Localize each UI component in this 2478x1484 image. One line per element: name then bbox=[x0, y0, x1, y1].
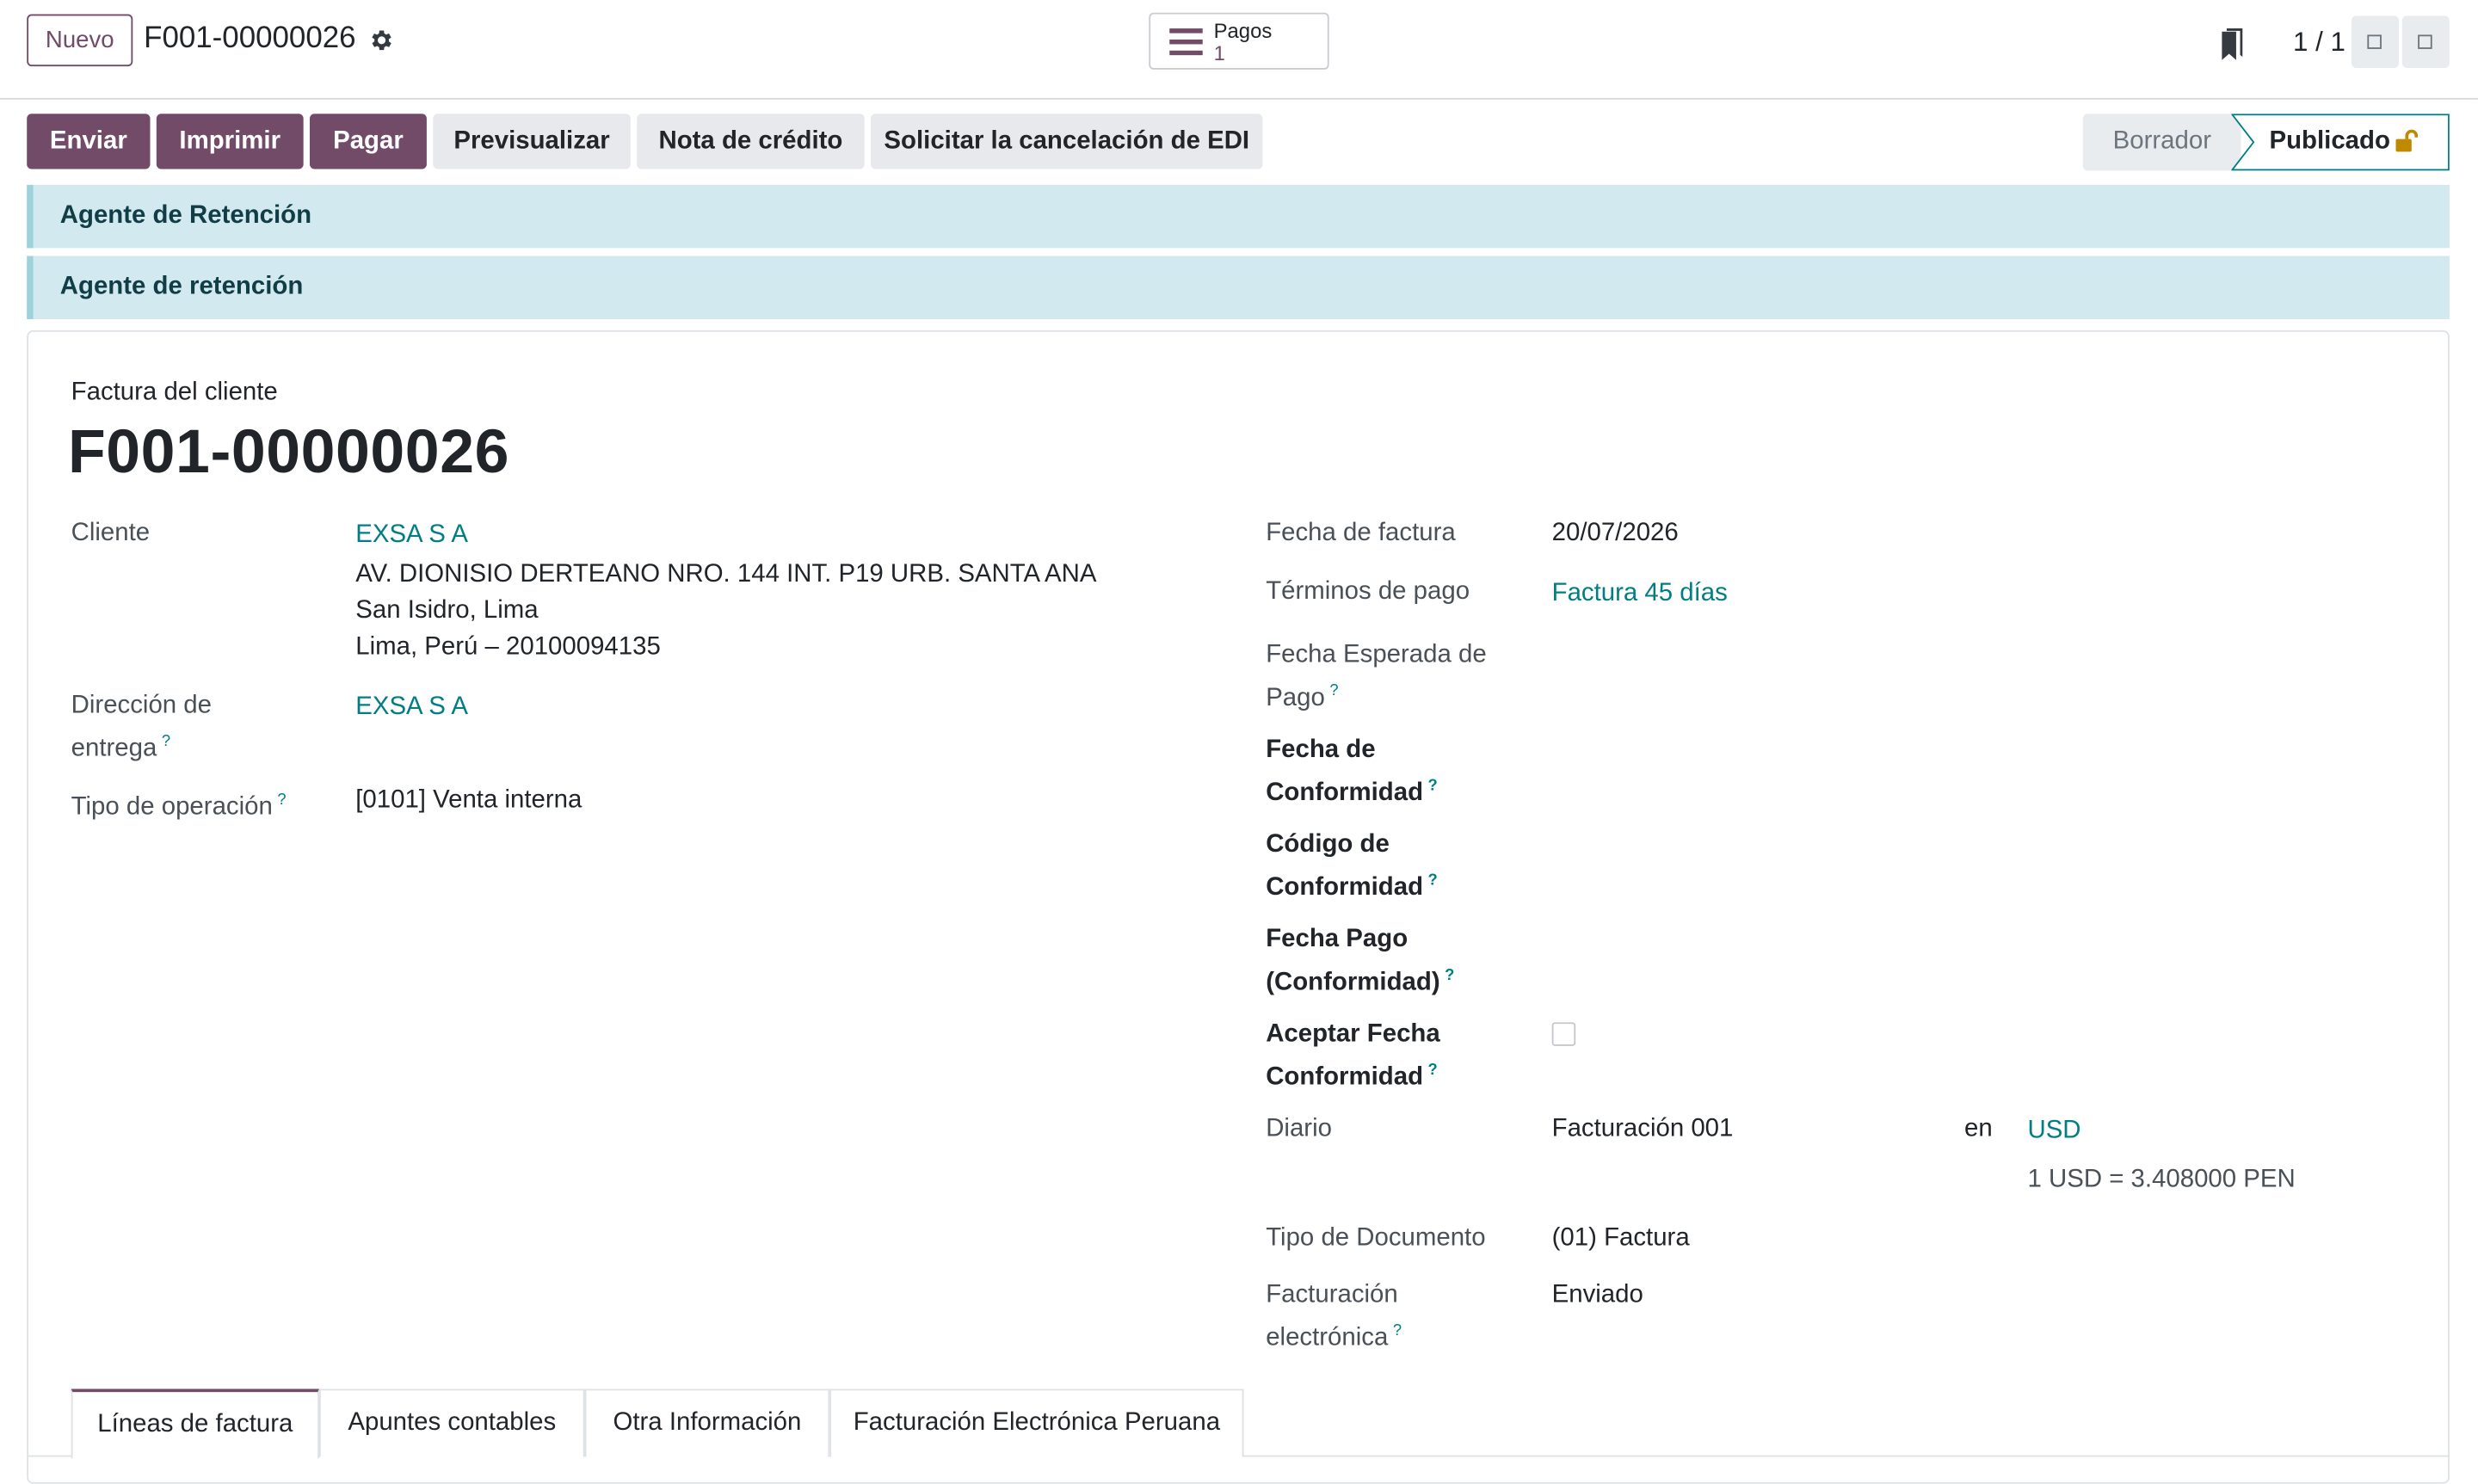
help-tooltip-icon[interactable]: ? bbox=[1329, 682, 1338, 699]
alert-retention-agent: Agente de Retención bbox=[27, 184, 2450, 249]
exchange-rate-text: 1 USD = 3.408000 PEN bbox=[2027, 1166, 2296, 1193]
smart-button-label: Pagos bbox=[1213, 19, 1273, 43]
print-button[interactable]: Imprimir bbox=[156, 114, 304, 169]
delivery-address-field[interactable]: EXSA S A bbox=[355, 689, 468, 725]
invoice-date-field[interactable]: 20/07/2026 bbox=[1552, 515, 1679, 551]
payment-terms-field[interactable]: Factura 45 días bbox=[1552, 576, 1728, 612]
pay-button[interactable]: Pagar bbox=[309, 114, 427, 169]
pager-next-button[interactable] bbox=[2401, 15, 2450, 68]
expected-payment-date-label: Fecha Esperada de Pago? bbox=[1266, 641, 1487, 712]
payments-smart-button[interactable]: Pagos 1 bbox=[1149, 12, 1329, 70]
status-posted-label: Publicado bbox=[2269, 127, 2390, 155]
currency-in-label: en bbox=[1964, 1115, 1993, 1142]
send-button[interactable]: Enviar bbox=[27, 114, 151, 169]
document-name: F001-00000026 bbox=[67, 418, 509, 487]
status-posted[interactable]: Publicado bbox=[2231, 114, 2450, 171]
help-tooltip-icon[interactable]: ? bbox=[1428, 872, 1438, 890]
help-tooltip-icon[interactable]: ? bbox=[1428, 778, 1438, 795]
invoice-date-label: Fecha de factura bbox=[1266, 520, 1456, 547]
smart-button-count: 1 bbox=[1213, 40, 1225, 65]
help-tooltip-icon[interactable]: ? bbox=[162, 733, 170, 750]
delivery-address-label: Dirección de entrega? bbox=[71, 692, 213, 762]
gear-icon[interactable] bbox=[368, 27, 395, 53]
conformity-code-label: Código de Conformidad? bbox=[1266, 831, 1438, 902]
operation-type-label: Tipo de operación? bbox=[71, 791, 287, 821]
document-type-field[interactable]: (01) Factura bbox=[1552, 1220, 1690, 1256]
square-icon bbox=[2418, 34, 2432, 49]
alert-retention-agent-secondary: Agente de retención bbox=[27, 256, 2450, 320]
form-sheet bbox=[27, 329, 2450, 1484]
bookmark-icon[interactable] bbox=[2217, 28, 2246, 63]
operation-type-field[interactable]: [0101] Venta interna bbox=[355, 782, 582, 818]
journal-label: Diario bbox=[1266, 1115, 1332, 1142]
help-tooltip-icon[interactable]: ? bbox=[277, 791, 286, 809]
list-icon bbox=[1169, 28, 1203, 56]
customer-label: Cliente bbox=[71, 520, 151, 547]
help-tooltip-icon[interactable]: ? bbox=[1393, 1322, 1402, 1339]
status-bar: Borrador Publicado bbox=[2082, 114, 2450, 171]
tab-invoice-lines[interactable]: Líneas de factura bbox=[71, 1389, 320, 1459]
credit-note-button[interactable]: Nota de crédito bbox=[637, 114, 865, 169]
preview-button[interactable]: Previsualizar bbox=[433, 114, 631, 169]
payment-terms-label: Términos de pago bbox=[1266, 578, 1470, 606]
accept-conformity-date-label: Aceptar Fecha Conformidad? bbox=[1266, 1020, 1440, 1091]
customer-address-line1: AV. DIONISIO DERTEANO NRO. 144 INT. P19 … bbox=[355, 561, 1097, 588]
conformity-date-label: Fecha de Conformidad? bbox=[1266, 736, 1438, 807]
journal-field[interactable]: Facturación 001 bbox=[1552, 1111, 1734, 1147]
payment-conformity-date-label: Fecha Pago (Conformidad)? bbox=[1266, 926, 1455, 996]
tab-journal-items[interactable]: Apuntes contables bbox=[319, 1389, 585, 1457]
accept-conformity-checkbox[interactable] bbox=[1551, 1022, 1576, 1046]
breadcrumb-record-title: F001-00000026 bbox=[144, 22, 356, 56]
tab-peruvian-e-invoicing[interactable]: Facturación Electrónica Peruana bbox=[829, 1389, 1244, 1457]
e-invoicing-status: Enviado bbox=[1551, 1281, 1643, 1309]
help-tooltip-icon[interactable]: ? bbox=[1428, 1062, 1438, 1079]
square-icon bbox=[2367, 34, 2382, 49]
document-type-label: Factura del cliente bbox=[71, 379, 278, 407]
tab-other-info[interactable]: Otra Información bbox=[584, 1389, 830, 1457]
status-draft[interactable]: Borrador bbox=[2082, 114, 2241, 171]
help-tooltip-icon[interactable]: ? bbox=[1445, 967, 1454, 984]
pager-previous-button[interactable] bbox=[2352, 15, 2400, 68]
customer-address-line2: San Isidro, Lima bbox=[355, 597, 539, 625]
edi-cancel-request-button[interactable]: Solicitar la cancelación de EDI bbox=[871, 114, 1263, 169]
pager-value[interactable]: 1 / 1 bbox=[2293, 27, 2345, 58]
currency-field[interactable]: USD bbox=[2027, 1112, 2080, 1148]
document-type-field-label: Tipo de Documento bbox=[1266, 1224, 1486, 1252]
unlock-icon bbox=[2395, 129, 2419, 152]
e-invoicing-label: Facturación electrónica? bbox=[1266, 1281, 1402, 1352]
customer-address-line3: Lima, Perú – 20100094135 bbox=[355, 633, 661, 661]
customer-field[interactable]: EXSA S A bbox=[355, 517, 468, 553]
new-button[interactable]: Nuevo bbox=[27, 14, 133, 67]
